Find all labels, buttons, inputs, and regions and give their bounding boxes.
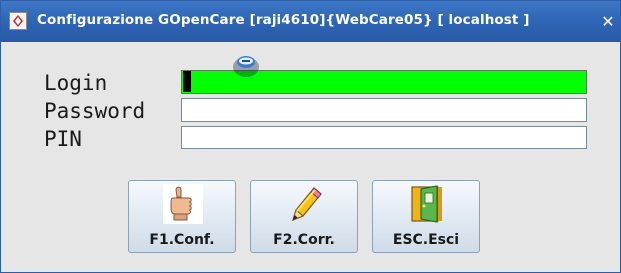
exit-door-icon bbox=[411, 185, 442, 223]
esc-esci-button[interactable]: ESC.Esci bbox=[372, 180, 480, 253]
dialog-content: Login Password PIN F1.Conf. F2.Corr. ESC… bbox=[1, 42, 620, 272]
pin-label: PIN bbox=[44, 127, 82, 151]
login-label: Login bbox=[44, 71, 108, 95]
window-title: Configurazione GOpenCare [raji4610]{WebC… bbox=[37, 12, 530, 28]
text-caret bbox=[183, 71, 191, 92]
close-icon[interactable]: ✕ bbox=[599, 13, 617, 31]
thumbs-up-icon bbox=[163, 184, 203, 224]
pin-field[interactable] bbox=[181, 126, 587, 149]
title-bar[interactable]: Configurazione GOpenCare [raji4610]{WebC… bbox=[1, 1, 620, 42]
f1-conf-label: F1.Conf. bbox=[149, 232, 215, 248]
esc-esci-label: ESC.Esci bbox=[392, 232, 460, 248]
password-field[interactable] bbox=[181, 98, 587, 122]
password-label: Password bbox=[44, 99, 146, 123]
f2-corr-label: F2.Corr. bbox=[273, 232, 335, 248]
f2-corr-button[interactable]: F2.Corr. bbox=[250, 180, 358, 253]
pencil-icon bbox=[292, 187, 322, 222]
login-dialog-window: Configurazione GOpenCare [raji4610]{WebC… bbox=[0, 0, 621, 273]
app-icon bbox=[9, 12, 27, 30]
cursor-marker-icon bbox=[231, 51, 261, 83]
f1-conf-button[interactable]: F1.Conf. bbox=[128, 180, 236, 253]
